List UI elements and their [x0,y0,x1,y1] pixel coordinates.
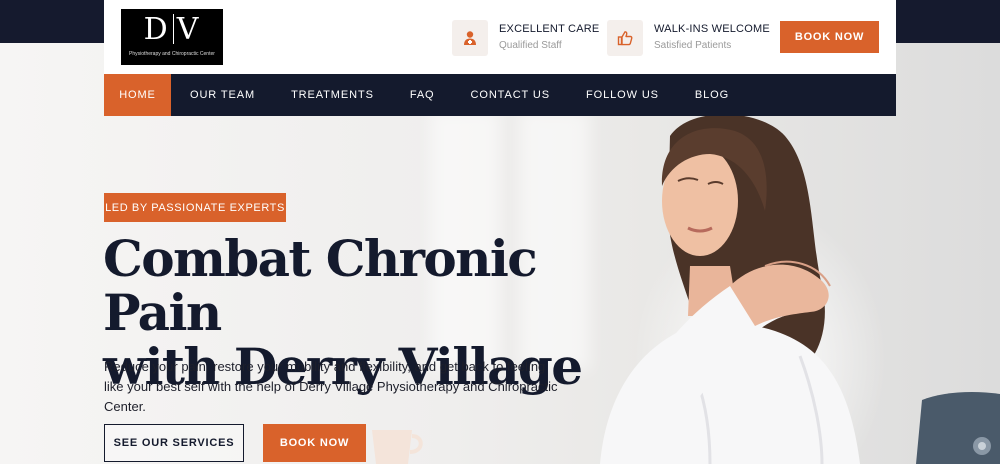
nav-item-follow-us[interactable]: FOLLOW US [568,74,677,116]
nav-item-treatments[interactable]: TREATMENTS [273,74,392,116]
hero-book-now-button[interactable]: BOOK NOW [263,424,366,462]
doctor-icon [452,20,488,56]
logo-mark: DV [121,9,223,51]
info-subtitle: Qualified Staff [499,40,562,51]
coffee-cup-image [372,430,423,464]
info-title: WALK-INS WELCOME [654,23,770,35]
thumbs-up-icon [607,20,643,56]
book-now-button[interactable]: BOOK NOW [780,21,879,53]
nav-item-blog[interactable]: BLOG [677,74,747,116]
logo-letter-right: V [176,12,201,47]
logo-letter-left: D [143,12,170,47]
chair-image [916,392,1000,464]
main-nav: HOME OUR TEAM TREATMENTS FAQ CONTACT US … [104,74,896,116]
info-subtitle: Satisfied Patients [654,40,732,51]
nav-item-contact-us[interactable]: CONTACT US [453,74,569,116]
info-title: EXCELLENT CARE [499,23,600,35]
see-our-services-button[interactable]: SEE OUR SERVICES [104,424,244,462]
logo-tagline: Physiotherapy and Chiropractic Center [129,51,215,57]
nav-item-home[interactable]: HOME [104,74,171,116]
brand-logo[interactable]: DV Physiotherapy and Chiropractic Center [121,9,223,65]
hero-description: Reduce your pain, restore your mobility … [104,359,558,414]
site-header: DV Physiotherapy and Chiropractic Center… [104,0,896,74]
nav-item-faq[interactable]: FAQ [392,74,453,116]
hero-badge: LED BY PASSIONATE EXPERTS [104,193,286,222]
nav-item-our-team[interactable]: OUR TEAM [171,74,273,116]
headline-line-1: Combat Chronic Pain [103,229,538,342]
